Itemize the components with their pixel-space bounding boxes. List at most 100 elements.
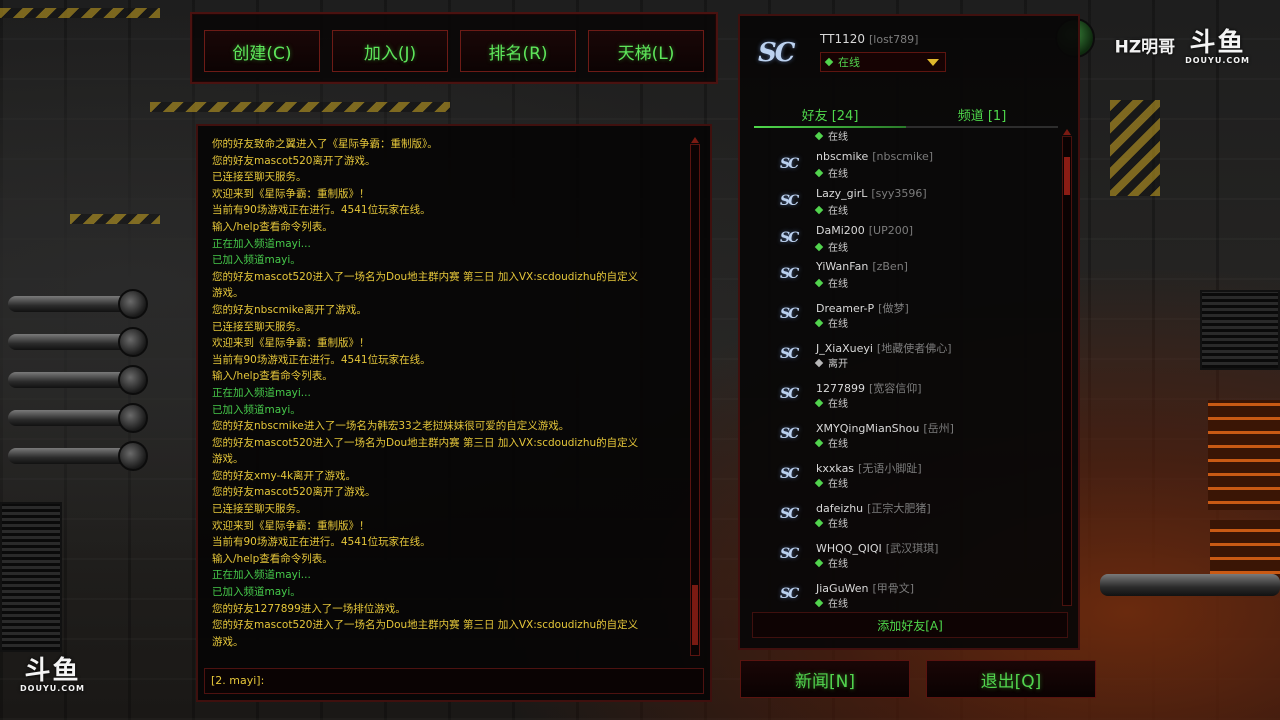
chat-message: 当前有90场游戏正在进行。4541位玩家在线。 (212, 353, 431, 366)
friend-status-text: 在线 (828, 132, 848, 143)
join-game-button[interactable]: 加入(J) (332, 30, 448, 72)
friend-item-partial[interactable]: 在线 (754, 130, 1054, 150)
friend-status-text: 在线 (828, 319, 848, 330)
friend-item[interactable]: SC kxxkas [无语小脚趾] 在线 (754, 460, 1054, 496)
chat-message: 输入/help查看命令列表。 (212, 552, 333, 565)
add-friend-button[interactable]: 添加好友[A] (752, 612, 1068, 638)
friend-name: kxxkas (816, 462, 855, 475)
friend-alias: [zBen] (872, 260, 908, 273)
friend-status: 在线 (814, 275, 848, 290)
friend-item[interactable]: SC Lazy_girL [syy3596] 在线 (754, 187, 1054, 223)
friend-item[interactable]: SC XMYQingMianShou [岳州] 在线 (754, 420, 1054, 456)
friend-name-row: YiWanFan [zBen] (816, 260, 908, 273)
friend-status-text: 在线 (828, 399, 848, 410)
friend-name-row: WHQQ_QIQI [武汉琪琪] (816, 540, 938, 556)
friend-status-text: 在线 (828, 206, 848, 217)
friend-item[interactable]: SC YiWanFan [zBen] 在线 (754, 260, 1054, 296)
create-game-button[interactable]: 创建(C) (204, 30, 320, 72)
starcraft-logo-icon: SC (780, 586, 799, 602)
friend-name-row: Dreamer-P [做梦] (816, 300, 909, 316)
starcraft-logo-icon: SC (780, 230, 799, 246)
friend-name: J_XiaXueyi (816, 342, 873, 355)
friend-name: XMYQingMianShou (816, 422, 920, 435)
friend-name-row: Lazy_girL [syy3596] (816, 187, 927, 200)
friend-status-text: 在线 (828, 439, 848, 450)
friend-item[interactable]: SC dafeizhu [正宗大肥猪] 在线 (754, 500, 1054, 536)
friend-item[interactable]: SC WHQQ_QIQI [武汉琪琪] 在线 (754, 540, 1054, 576)
chat-message: 欢迎来到《星际争霸：重制版》！ (212, 187, 370, 200)
ladder-button[interactable]: 天梯(L) (588, 30, 704, 72)
friend-alias: [UP200] (868, 224, 914, 237)
status-dropdown[interactable]: 在线 (820, 52, 946, 72)
starcraft-logo-icon: SC (780, 426, 799, 442)
chat-message: 您的好友mascot520离开了游戏。 (212, 486, 376, 499)
friend-status: 在线 (814, 202, 848, 217)
tab-channel[interactable]: 频道 [1] (906, 102, 1058, 126)
chat-message: 您的好友mascot520进入了一场名为Dou地主群内赛 第三日 加入VX:sc… (212, 619, 639, 632)
online-status-icon (814, 558, 824, 567)
chat-message: 正在加入频道mayi... (212, 386, 311, 399)
scroll-up-arrow-icon[interactable] (1063, 129, 1071, 135)
chat-message: 当前有90场游戏正在进行。4541位玩家在线。 (212, 536, 431, 549)
starcraft-logo-icon: SC (780, 193, 799, 209)
chat-message: 欢迎来到《星际争霸：重制版》！ (212, 519, 370, 532)
friend-list-scroll-thumb[interactable] (1064, 157, 1070, 195)
quit-button[interactable]: 退出[Q] (926, 660, 1096, 698)
online-status-icon (814, 438, 824, 447)
friend-alias: [做梦] (878, 302, 909, 315)
news-button[interactable]: 新闻[N] (740, 660, 910, 698)
chat-message: 正在加入频道mayi... (212, 237, 311, 250)
chat-message: 已连接至聊天服务。 (212, 320, 307, 333)
starcraft-logo-icon: SC (780, 306, 799, 322)
friend-item[interactable]: SC Dreamer-P [做梦] 在线 (754, 300, 1054, 336)
friend-item[interactable]: SC 1277899 [宽容信仰] 在线 (754, 380, 1054, 416)
starcraft-logo-icon: SC (780, 266, 799, 282)
tab-friends[interactable]: 好友 [24] (754, 102, 906, 126)
chat-scrollbar[interactable] (690, 137, 700, 656)
friend-name: Lazy_girL (816, 187, 868, 200)
friend-status: 在线 (814, 165, 848, 180)
chat-message: 游戏。 (212, 287, 244, 300)
douyu-logo: 斗鱼 DOUYU.COM (1185, 30, 1250, 65)
streamer-overlay: HZ明哥 斗鱼 DOUYU.COM (1115, 30, 1250, 65)
friend-status-text: 在线 (828, 279, 848, 290)
friend-status-text: 在线 (828, 559, 848, 570)
starcraft-logo-icon: SC (780, 386, 799, 402)
starcraft-logo-icon: SC (780, 506, 799, 522)
friend-item[interactable]: SC DaMi200 [UP200] 在线 (754, 224, 1054, 260)
chat-message: 已加入频道mayi。 (212, 586, 301, 599)
profile-account-tag: [lost789] (869, 33, 919, 46)
chat-panel: 你的好友致命之翼进入了《星际争霸：重制版》。 您的好友mascot520离开了游戏… (196, 124, 712, 702)
online-status-icon (814, 205, 824, 214)
streamer-name: HZ明哥 (1114, 37, 1176, 58)
friend-status: 在线 (814, 239, 848, 254)
douyu-watermark-text: 斗鱼 (24, 656, 81, 686)
friend-status: 在线 (814, 130, 848, 143)
friend-status-text: 离开 (828, 359, 848, 370)
chat-message: 您的好友xmy-4k离开了游戏。 (212, 469, 357, 482)
chat-message: 您的好友mascot520离开了游戏。 (212, 154, 376, 167)
friend-status-text: 在线 (828, 169, 848, 180)
starcraft-logo-icon: SC (780, 346, 799, 362)
friend-alias: [岳州] (923, 422, 954, 435)
ranked-button[interactable]: 排名(R) (460, 30, 576, 72)
friend-status: 离开 (814, 355, 848, 370)
friend-status-text: 在线 (828, 479, 848, 490)
starcraft-logo-icon: SC (780, 546, 799, 562)
friend-list-scrollbar[interactable] (1062, 129, 1072, 606)
scroll-up-arrow-icon[interactable] (691, 137, 699, 143)
away-status-icon (814, 358, 824, 367)
friend-item[interactable]: SC J_XiaXueyi [地藏使者佛心] 离开 (754, 340, 1054, 376)
chat-input[interactable]: [2. mayi]: (204, 668, 704, 694)
chat-scroll-thumb[interactable] (692, 585, 698, 645)
chat-message: 已连接至聊天服务。 (212, 503, 307, 516)
chat-message: 你的好友致命之翼进入了《星际争霸：重制版》。 (212, 138, 438, 150)
friend-item[interactable]: SC JiaGuWen [甲骨文] 在线 (754, 580, 1054, 608)
chat-message: 您的好友mascot520进入了一场名为Dou地主群内赛 第三日 加入VX:sc… (212, 436, 639, 449)
status-dropdown-value: 在线 (838, 56, 860, 69)
chat-message: 正在加入频道mayi... (212, 569, 311, 582)
friend-item[interactable]: SC nbscmike [nbscmike] 在线 (754, 150, 1054, 186)
friend-status-text: 在线 (828, 599, 848, 608)
chat-message: 您的好友nbscmike离开了游戏。 (212, 303, 367, 316)
online-status-icon (814, 242, 824, 251)
